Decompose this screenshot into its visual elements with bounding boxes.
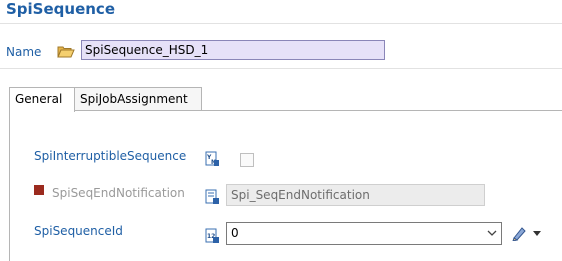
name-label: Name [6, 45, 42, 59]
sequence-id-value: 0 [231, 226, 239, 240]
edit-pen-icon[interactable] [511, 225, 527, 241]
header-divider [0, 68, 562, 69]
boolean-type-icon: Y N [205, 151, 219, 166]
tab-spijobassignment[interactable]: SpiJobAssignment [74, 87, 202, 110]
disabled-marker-icon [34, 185, 44, 195]
field-label-end-notification: SpiSeqEndNotification [52, 186, 185, 200]
title-divider [0, 23, 562, 24]
dropdown-arrow-icon[interactable] [533, 231, 541, 236]
tab-general[interactable]: General [9, 87, 75, 112]
editor-title: SpiSequence [6, 0, 115, 18]
field-label-sequence-id: SpiSequenceId [34, 224, 123, 238]
reference-type-icon [205, 189, 219, 204]
sequence-id-combo[interactable]: 0 [226, 222, 502, 245]
name-input[interactable]: SpiSequence_HSD_1 [81, 40, 385, 60]
field-label-interruptible: SpiInterruptibleSequence [34, 149, 187, 163]
interruptible-checkbox[interactable] [240, 153, 254, 167]
chevron-down-icon[interactable] [487, 229, 497, 237]
folder-open-icon[interactable] [57, 44, 75, 58]
integer-type-icon: 12 [205, 228, 219, 243]
end-notification-field: Spi_SeqEndNotification [226, 184, 485, 206]
